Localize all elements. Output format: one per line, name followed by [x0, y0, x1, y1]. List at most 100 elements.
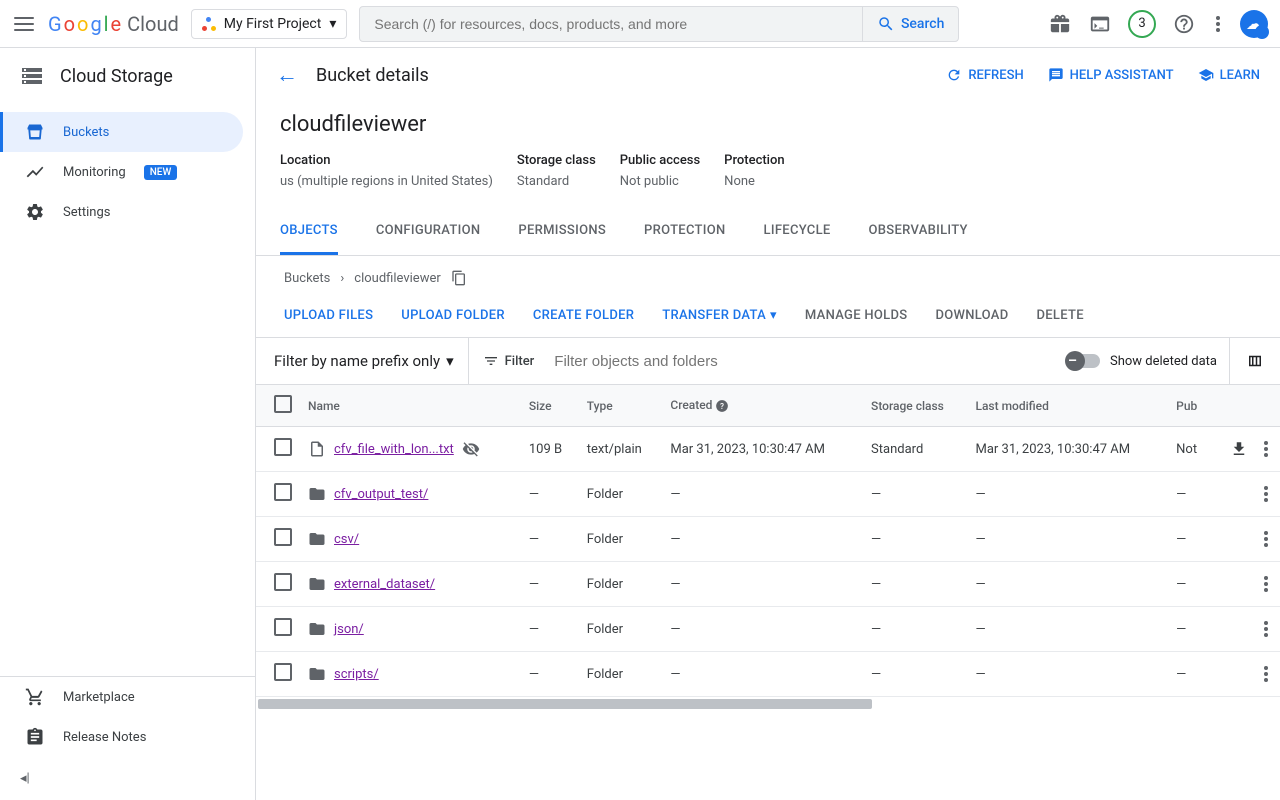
info-value: None [724, 174, 784, 189]
column-header[interactable]: Name [300, 385, 521, 427]
gift-icon[interactable] [1048, 12, 1072, 36]
cell-type: Folder [579, 607, 663, 652]
sidebar-item-buckets[interactable]: Buckets [0, 112, 243, 152]
file-icon [308, 440, 326, 458]
row-checkbox[interactable] [274, 663, 292, 681]
upload-folder-button[interactable]: UPLOAD FOLDER [401, 308, 505, 323]
horizontal-scrollbar[interactable] [258, 699, 872, 709]
info-value: Standard [517, 174, 596, 189]
filter-mode-dropdown[interactable]: Filter by name prefix only▾ [256, 338, 469, 384]
row-more-icon[interactable] [1260, 617, 1272, 641]
tab-permissions[interactable]: PERMISSIONS [518, 209, 606, 255]
tab-configuration[interactable]: CONFIGURATION [376, 209, 481, 255]
cell-modified: — [967, 652, 1168, 697]
cell-created: — [662, 562, 863, 607]
page-header: ← Bucket details REFRESH HELP ASSISTANT … [256, 48, 1280, 102]
trial-badge[interactable]: 3 [1128, 10, 1156, 38]
account-avatar[interactable]: ☁ [1240, 10, 1268, 38]
column-header[interactable]: Pub [1168, 385, 1212, 427]
column-header[interactable]: Size [521, 385, 579, 427]
row-checkbox[interactable] [274, 618, 292, 636]
folder-icon [308, 665, 326, 683]
row-more-icon[interactable] [1260, 572, 1272, 596]
download-button[interactable]: DOWNLOAD [935, 308, 1008, 323]
cell-storage: Standard [863, 427, 967, 472]
row-checkbox[interactable] [274, 483, 292, 501]
copy-icon[interactable] [451, 270, 467, 286]
tab-objects[interactable]: OBJECTS [280, 209, 338, 255]
cell-modified: — [967, 517, 1168, 562]
row-more-icon[interactable] [1260, 527, 1272, 551]
sidebar-item-release-notes[interactable]: Release Notes [0, 717, 255, 757]
cell-size: — [521, 562, 579, 607]
info-label: Location [280, 153, 493, 168]
tab-lifecycle[interactable]: LIFECYCLE [764, 209, 831, 255]
sidebar-header: Cloud Storage [0, 48, 255, 104]
more-icon[interactable] [1212, 12, 1224, 36]
refresh-button[interactable]: REFRESH [946, 67, 1023, 83]
breadcrumb-root[interactable]: Buckets [284, 271, 330, 286]
transfer-data-button[interactable]: TRANSFER DATA ▾ [662, 308, 777, 323]
download-icon[interactable] [1230, 440, 1248, 458]
deleted-toggle-wrap: – Show deleted data [1056, 354, 1229, 369]
cell-storage: — [863, 517, 967, 562]
svg-text:?: ? [720, 401, 724, 411]
cell-modified: Mar 31, 2023, 10:30:47 AM [967, 427, 1168, 472]
sidebar-item-monitoring[interactable]: Monitoring NEW [0, 152, 255, 192]
object-name-link[interactable]: scripts/ [334, 667, 379, 682]
cell-size: — [521, 472, 579, 517]
folder-icon [308, 575, 326, 593]
row-checkbox[interactable] [274, 573, 292, 591]
filter-input[interactable] [548, 353, 1056, 370]
sidebar-item-marketplace[interactable]: Marketplace [0, 677, 255, 717]
row-more-icon[interactable] [1260, 437, 1272, 461]
column-header[interactable]: Last modified [967, 385, 1168, 427]
search-input[interactable] [360, 16, 862, 32]
info-col: Locationus (multiple regions in United S… [280, 153, 493, 189]
shell-icon[interactable] [1088, 12, 1112, 36]
learn-button[interactable]: LEARN [1198, 67, 1260, 83]
menu-icon[interactable] [12, 12, 36, 36]
bucket-name: cloudfileviewer [280, 112, 1256, 137]
help-icon[interactable] [1172, 12, 1196, 36]
manage-holds-button[interactable]: MANAGE HOLDS [805, 308, 908, 323]
top-header: Google Cloud My First Project ▾ Search 3… [0, 0, 1280, 48]
column-header[interactable]: Type [579, 385, 663, 427]
create-folder-button[interactable]: CREATE FOLDER [533, 308, 634, 323]
columns-icon[interactable] [1229, 338, 1280, 384]
logo[interactable]: Google Cloud [48, 12, 179, 36]
project-picker[interactable]: My First Project ▾ [191, 9, 348, 39]
select-all-header [256, 385, 300, 427]
search-bar: Search [359, 6, 959, 42]
delete-button[interactable]: DELETE [1037, 308, 1084, 323]
object-name-link[interactable]: cfv_output_test/ [334, 487, 428, 502]
show-deleted-toggle[interactable]: – [1068, 354, 1100, 368]
chevron-down-icon: ▾ [446, 352, 454, 370]
select-all-checkbox[interactable] [274, 395, 292, 413]
filter-button[interactable]: Filter [469, 353, 549, 369]
row-more-icon[interactable] [1260, 482, 1272, 506]
cell-storage: — [863, 607, 967, 652]
column-header[interactable]: Created ? [662, 385, 863, 427]
help-assistant-button[interactable]: HELP ASSISTANT [1048, 67, 1174, 83]
tab-protection[interactable]: PROTECTION [644, 209, 725, 255]
breadcrumb-current[interactable]: cloudfileviewer [354, 271, 440, 286]
row-checkbox[interactable] [274, 438, 292, 456]
object-name-link[interactable]: external_dataset/ [334, 577, 435, 592]
object-name-link[interactable]: csv/ [334, 532, 359, 547]
upload-files-button[interactable]: UPLOAD FILES [284, 308, 373, 323]
object-name-link[interactable]: cfv_file_with_lon...txt [334, 442, 454, 457]
sidebar-title: Cloud Storage [60, 66, 173, 87]
bucket-info: cloudfileviewer Locationus (multiple reg… [256, 102, 1280, 209]
back-arrow-icon[interactable]: ← [276, 62, 298, 88]
object-name-link[interactable]: json/ [334, 622, 364, 637]
sidebar-item-settings[interactable]: Settings [0, 192, 255, 232]
tab-observability[interactable]: OBSERVABILITY [869, 209, 968, 255]
cell-pub: Not [1168, 427, 1212, 472]
collapse-sidebar[interactable]: ◂| [0, 757, 255, 800]
row-checkbox[interactable] [274, 528, 292, 546]
column-header[interactable]: Storage class [863, 385, 967, 427]
row-more-icon[interactable] [1260, 662, 1272, 686]
table-row: json/ — Folder — — — — [256, 607, 1280, 652]
search-button[interactable]: Search [862, 7, 958, 41]
